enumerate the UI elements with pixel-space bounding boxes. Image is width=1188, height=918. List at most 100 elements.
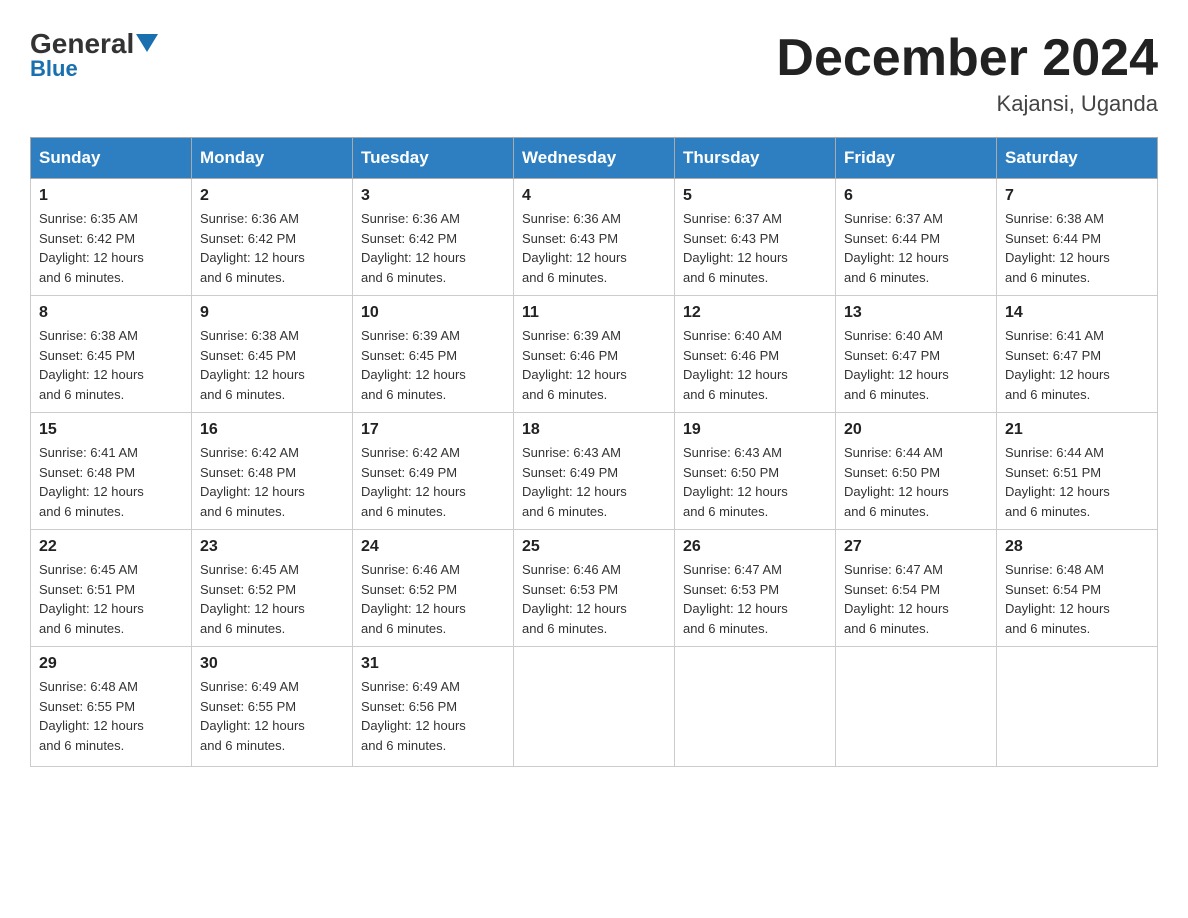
- day-info: Sunrise: 6:47 AM Sunset: 6:54 PM Dayligh…: [844, 560, 988, 638]
- day-info: Sunrise: 6:42 AM Sunset: 6:48 PM Dayligh…: [200, 443, 344, 521]
- day-number: 28: [1005, 538, 1149, 556]
- day-info: Sunrise: 6:44 AM Sunset: 6:51 PM Dayligh…: [1005, 443, 1149, 521]
- table-row: 8 Sunrise: 6:38 AM Sunset: 6:45 PM Dayli…: [31, 296, 192, 413]
- day-number: 30: [200, 655, 344, 673]
- logo-blue-text: Blue: [30, 56, 78, 82]
- calendar-week-row: 8 Sunrise: 6:38 AM Sunset: 6:45 PM Dayli…: [31, 296, 1158, 413]
- table-row: 21 Sunrise: 6:44 AM Sunset: 6:51 PM Dayl…: [997, 413, 1158, 530]
- calendar-week-row: 29 Sunrise: 6:48 AM Sunset: 6:55 PM Dayl…: [31, 647, 1158, 767]
- day-number: 24: [361, 538, 505, 556]
- day-info: Sunrise: 6:37 AM Sunset: 6:43 PM Dayligh…: [683, 209, 827, 287]
- day-info: Sunrise: 6:36 AM Sunset: 6:42 PM Dayligh…: [361, 209, 505, 287]
- day-info: Sunrise: 6:40 AM Sunset: 6:47 PM Dayligh…: [844, 326, 988, 404]
- day-number: 20: [844, 421, 988, 439]
- logo-triangle-icon: [136, 34, 158, 52]
- day-number: 5: [683, 187, 827, 205]
- day-number: 1: [39, 187, 183, 205]
- table-row: 6 Sunrise: 6:37 AM Sunset: 6:44 PM Dayli…: [836, 179, 997, 296]
- day-number: 2: [200, 187, 344, 205]
- day-number: 23: [200, 538, 344, 556]
- day-info: Sunrise: 6:45 AM Sunset: 6:52 PM Dayligh…: [200, 560, 344, 638]
- day-number: 13: [844, 304, 988, 322]
- table-row: 15 Sunrise: 6:41 AM Sunset: 6:48 PM Dayl…: [31, 413, 192, 530]
- logo: General Blue: [30, 30, 158, 82]
- table-row: 24 Sunrise: 6:46 AM Sunset: 6:52 PM Dayl…: [353, 530, 514, 647]
- table-row: 18 Sunrise: 6:43 AM Sunset: 6:49 PM Dayl…: [514, 413, 675, 530]
- day-info: Sunrise: 6:36 AM Sunset: 6:42 PM Dayligh…: [200, 209, 344, 287]
- day-number: 16: [200, 421, 344, 439]
- day-info: Sunrise: 6:48 AM Sunset: 6:55 PM Dayligh…: [39, 677, 183, 755]
- day-info: Sunrise: 6:38 AM Sunset: 6:44 PM Dayligh…: [1005, 209, 1149, 287]
- table-row: [997, 647, 1158, 767]
- day-info: Sunrise: 6:41 AM Sunset: 6:48 PM Dayligh…: [39, 443, 183, 521]
- table-row: 25 Sunrise: 6:46 AM Sunset: 6:53 PM Dayl…: [514, 530, 675, 647]
- table-row: 11 Sunrise: 6:39 AM Sunset: 6:46 PM Dayl…: [514, 296, 675, 413]
- day-info: Sunrise: 6:38 AM Sunset: 6:45 PM Dayligh…: [200, 326, 344, 404]
- table-row: 5 Sunrise: 6:37 AM Sunset: 6:43 PM Dayli…: [675, 179, 836, 296]
- day-number: 8: [39, 304, 183, 322]
- day-info: Sunrise: 6:48 AM Sunset: 6:54 PM Dayligh…: [1005, 560, 1149, 638]
- calendar-table: Sunday Monday Tuesday Wednesday Thursday…: [30, 137, 1158, 767]
- day-info: Sunrise: 6:44 AM Sunset: 6:50 PM Dayligh…: [844, 443, 988, 521]
- table-row: 9 Sunrise: 6:38 AM Sunset: 6:45 PM Dayli…: [192, 296, 353, 413]
- table-row: 26 Sunrise: 6:47 AM Sunset: 6:53 PM Dayl…: [675, 530, 836, 647]
- logo-general-text: General: [30, 30, 134, 58]
- month-year-title: December 2024: [776, 30, 1158, 87]
- day-number: 15: [39, 421, 183, 439]
- table-row: 12 Sunrise: 6:40 AM Sunset: 6:46 PM Dayl…: [675, 296, 836, 413]
- day-number: 26: [683, 538, 827, 556]
- day-info: Sunrise: 6:39 AM Sunset: 6:45 PM Dayligh…: [361, 326, 505, 404]
- day-number: 17: [361, 421, 505, 439]
- calendar-header-row: Sunday Monday Tuesday Wednesday Thursday…: [31, 138, 1158, 179]
- day-number: 14: [1005, 304, 1149, 322]
- day-number: 25: [522, 538, 666, 556]
- day-number: 9: [200, 304, 344, 322]
- table-row: 27 Sunrise: 6:47 AM Sunset: 6:54 PM Dayl…: [836, 530, 997, 647]
- day-info: Sunrise: 6:49 AM Sunset: 6:56 PM Dayligh…: [361, 677, 505, 755]
- day-info: Sunrise: 6:47 AM Sunset: 6:53 PM Dayligh…: [683, 560, 827, 638]
- day-number: 6: [844, 187, 988, 205]
- table-row: [675, 647, 836, 767]
- day-info: Sunrise: 6:37 AM Sunset: 6:44 PM Dayligh…: [844, 209, 988, 287]
- table-row: 17 Sunrise: 6:42 AM Sunset: 6:49 PM Dayl…: [353, 413, 514, 530]
- col-monday: Monday: [192, 138, 353, 179]
- day-info: Sunrise: 6:49 AM Sunset: 6:55 PM Dayligh…: [200, 677, 344, 755]
- table-row: 10 Sunrise: 6:39 AM Sunset: 6:45 PM Dayl…: [353, 296, 514, 413]
- table-row: 28 Sunrise: 6:48 AM Sunset: 6:54 PM Dayl…: [997, 530, 1158, 647]
- table-row: [836, 647, 997, 767]
- day-info: Sunrise: 6:45 AM Sunset: 6:51 PM Dayligh…: [39, 560, 183, 638]
- day-info: Sunrise: 6:43 AM Sunset: 6:50 PM Dayligh…: [683, 443, 827, 521]
- table-row: 19 Sunrise: 6:43 AM Sunset: 6:50 PM Dayl…: [675, 413, 836, 530]
- day-info: Sunrise: 6:43 AM Sunset: 6:49 PM Dayligh…: [522, 443, 666, 521]
- title-block: December 2024 Kajansi, Uganda: [776, 30, 1158, 117]
- col-sunday: Sunday: [31, 138, 192, 179]
- day-number: 18: [522, 421, 666, 439]
- day-number: 29: [39, 655, 183, 673]
- col-friday: Friday: [836, 138, 997, 179]
- calendar-week-row: 1 Sunrise: 6:35 AM Sunset: 6:42 PM Dayli…: [31, 179, 1158, 296]
- table-row: 29 Sunrise: 6:48 AM Sunset: 6:55 PM Dayl…: [31, 647, 192, 767]
- col-saturday: Saturday: [997, 138, 1158, 179]
- table-row: 20 Sunrise: 6:44 AM Sunset: 6:50 PM Dayl…: [836, 413, 997, 530]
- day-info: Sunrise: 6:36 AM Sunset: 6:43 PM Dayligh…: [522, 209, 666, 287]
- table-row: 22 Sunrise: 6:45 AM Sunset: 6:51 PM Dayl…: [31, 530, 192, 647]
- table-row: 3 Sunrise: 6:36 AM Sunset: 6:42 PM Dayli…: [353, 179, 514, 296]
- col-thursday: Thursday: [675, 138, 836, 179]
- day-number: 19: [683, 421, 827, 439]
- day-info: Sunrise: 6:35 AM Sunset: 6:42 PM Dayligh…: [39, 209, 183, 287]
- day-info: Sunrise: 6:40 AM Sunset: 6:46 PM Dayligh…: [683, 326, 827, 404]
- table-row: 30 Sunrise: 6:49 AM Sunset: 6:55 PM Dayl…: [192, 647, 353, 767]
- page-header: General Blue December 2024 Kajansi, Ugan…: [30, 30, 1158, 117]
- col-wednesday: Wednesday: [514, 138, 675, 179]
- calendar-week-row: 15 Sunrise: 6:41 AM Sunset: 6:48 PM Dayl…: [31, 413, 1158, 530]
- day-number: 22: [39, 538, 183, 556]
- location-subtitle: Kajansi, Uganda: [776, 91, 1158, 117]
- table-row: 16 Sunrise: 6:42 AM Sunset: 6:48 PM Dayl…: [192, 413, 353, 530]
- table-row: 13 Sunrise: 6:40 AM Sunset: 6:47 PM Dayl…: [836, 296, 997, 413]
- day-number: 31: [361, 655, 505, 673]
- day-info: Sunrise: 6:38 AM Sunset: 6:45 PM Dayligh…: [39, 326, 183, 404]
- day-number: 27: [844, 538, 988, 556]
- table-row: 14 Sunrise: 6:41 AM Sunset: 6:47 PM Dayl…: [997, 296, 1158, 413]
- table-row: 7 Sunrise: 6:38 AM Sunset: 6:44 PM Dayli…: [997, 179, 1158, 296]
- day-number: 12: [683, 304, 827, 322]
